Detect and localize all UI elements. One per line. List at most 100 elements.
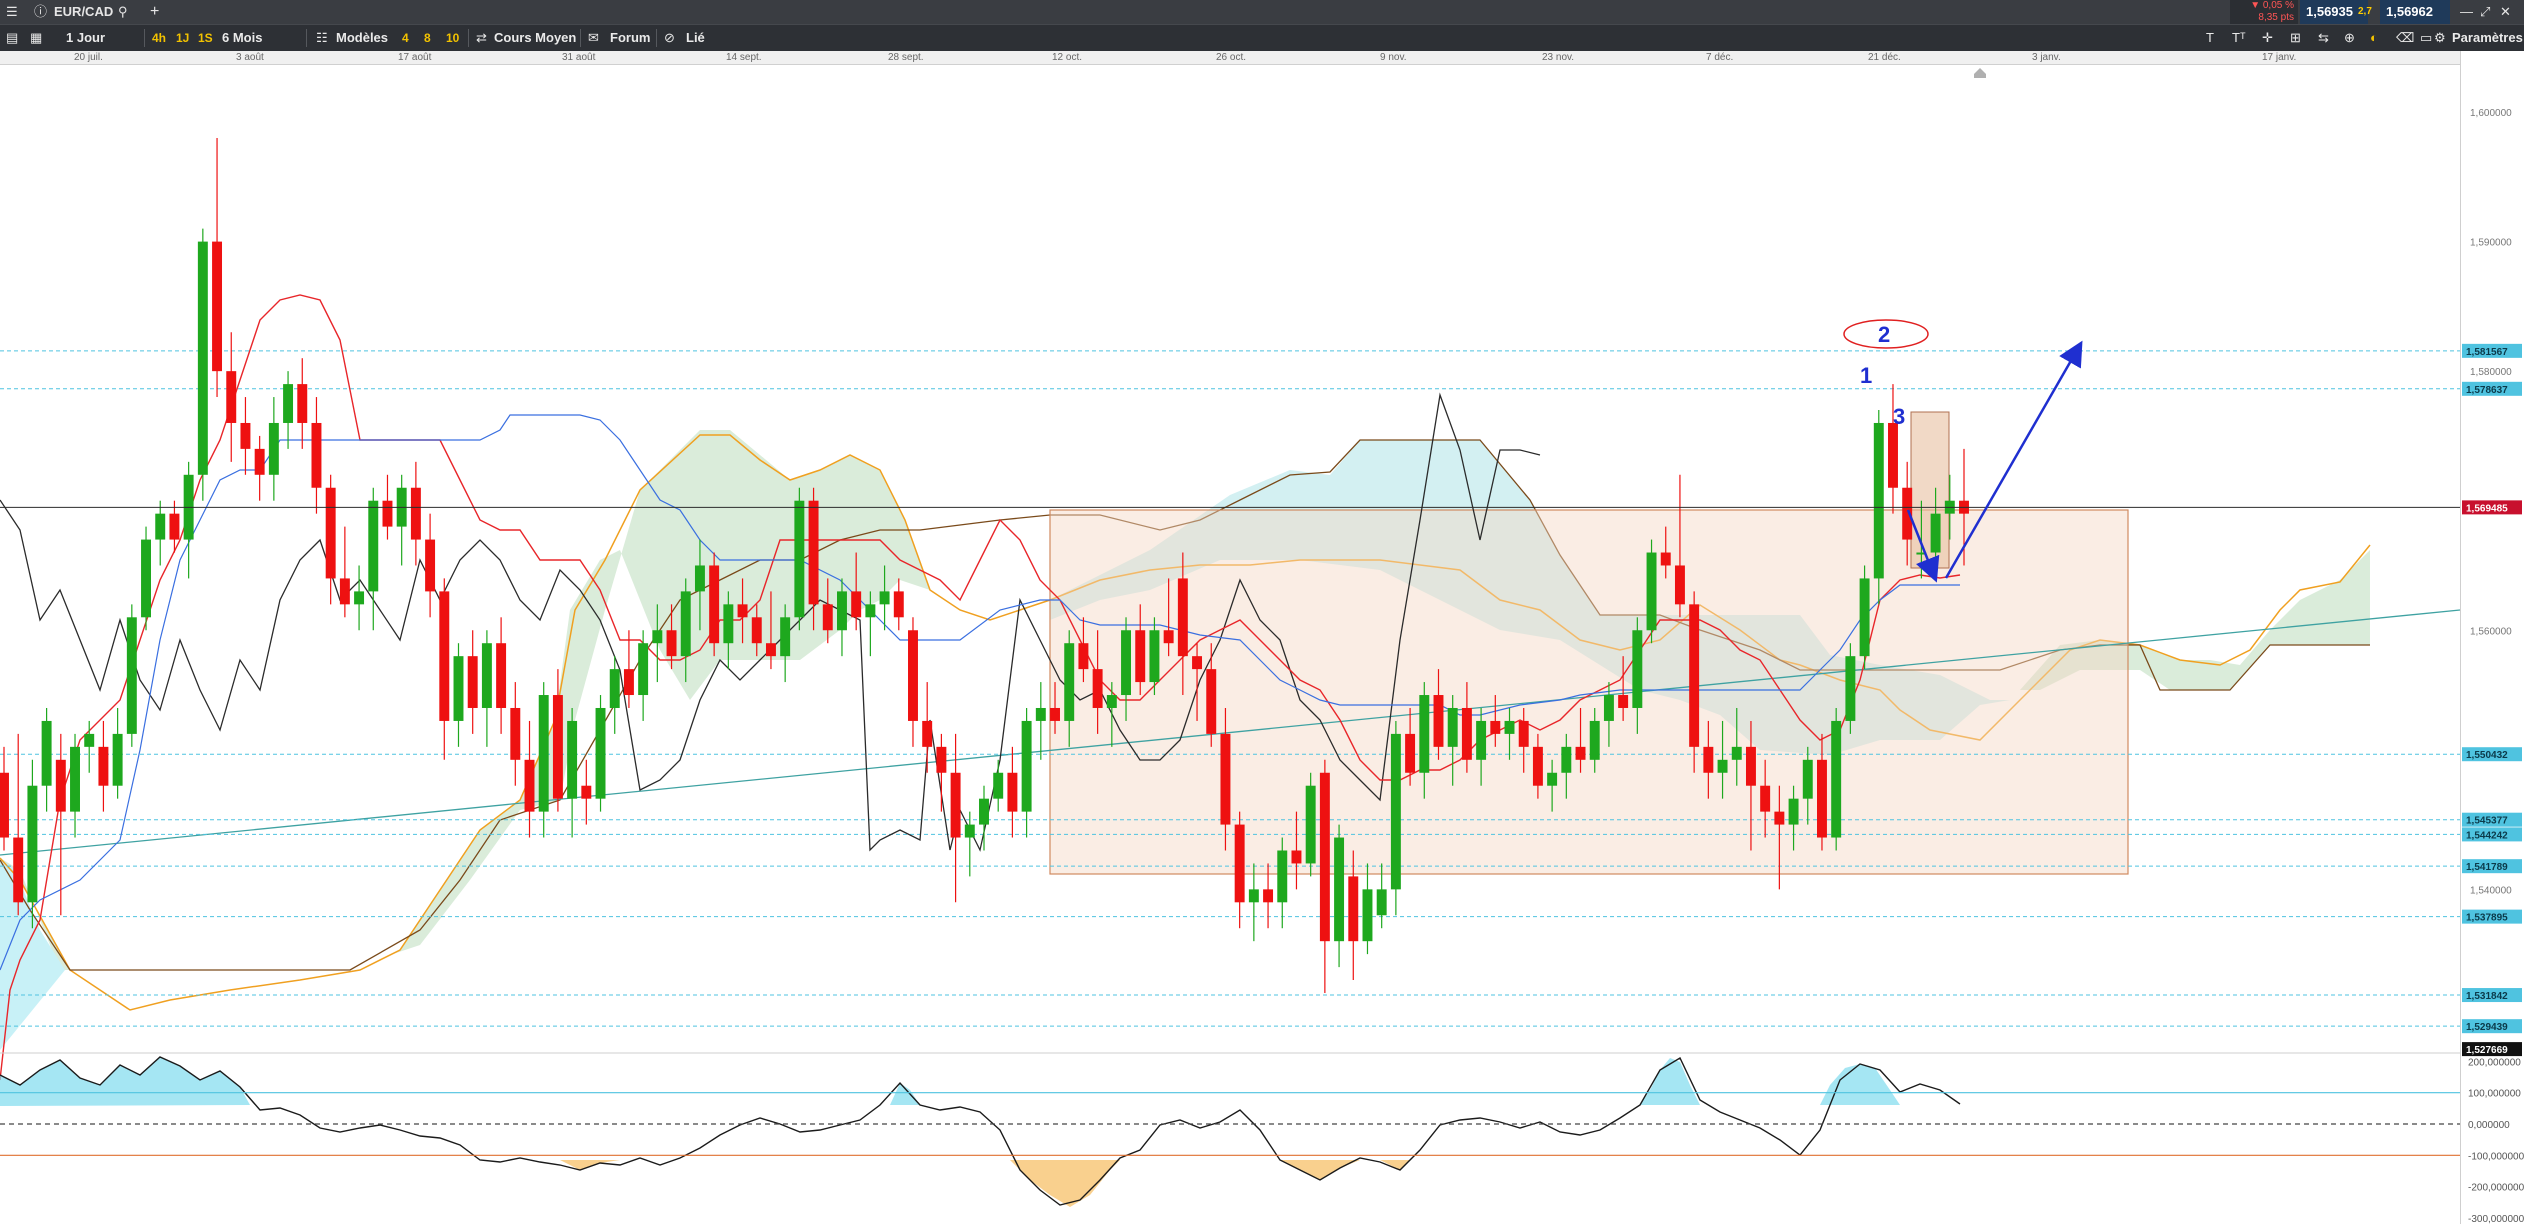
candle-body[interactable] bbox=[1873, 422, 1884, 579]
candle-body[interactable] bbox=[1603, 695, 1614, 721]
candle-body[interactable] bbox=[780, 617, 791, 657]
candle-body[interactable] bbox=[1263, 889, 1274, 903]
candle-body[interactable] bbox=[1305, 785, 1316, 864]
candle-body[interactable] bbox=[1419, 695, 1430, 773]
candle-body[interactable] bbox=[70, 746, 80, 812]
candle-body[interactable] bbox=[524, 759, 535, 812]
candle-body[interactable] bbox=[1447, 707, 1458, 747]
candle-body[interactable] bbox=[595, 707, 606, 799]
candle-body[interactable] bbox=[1504, 720, 1515, 734]
candle-body[interactable] bbox=[638, 643, 649, 696]
candle-body[interactable] bbox=[1348, 876, 1359, 942]
candle-body[interactable] bbox=[567, 720, 578, 799]
candle-body[interactable] bbox=[893, 591, 904, 618]
candle-body[interactable] bbox=[1745, 746, 1756, 786]
candle-body[interactable] bbox=[538, 695, 549, 812]
candle-body[interactable] bbox=[169, 513, 180, 540]
candle-body[interactable] bbox=[1845, 656, 1856, 721]
candle-body[interactable] bbox=[1177, 578, 1188, 657]
candle-body[interactable] bbox=[112, 733, 123, 786]
candle-body[interactable] bbox=[1476, 720, 1487, 760]
candle-body[interactable] bbox=[979, 798, 989, 825]
candle-body[interactable] bbox=[1703, 746, 1714, 773]
candle-body[interactable] bbox=[41, 720, 52, 786]
candle-body[interactable] bbox=[1802, 759, 1813, 799]
candle-body[interactable] bbox=[1163, 630, 1174, 644]
candle-body[interactable] bbox=[1632, 630, 1643, 708]
candle-body[interactable] bbox=[410, 487, 421, 540]
candle-body[interactable] bbox=[1007, 772, 1018, 812]
candle-body[interactable] bbox=[751, 617, 762, 644]
candle-body[interactable] bbox=[694, 565, 705, 592]
candle-body[interactable] bbox=[339, 578, 350, 605]
candle-body[interactable] bbox=[1433, 695, 1444, 747]
candle-body[interactable] bbox=[0, 772, 9, 838]
candle-body[interactable] bbox=[325, 487, 336, 579]
candle-body[interactable] bbox=[1248, 889, 1259, 903]
candle-body[interactable] bbox=[467, 656, 478, 708]
candle-body[interactable] bbox=[1717, 759, 1728, 773]
candle-body[interactable] bbox=[1646, 552, 1657, 631]
candle-body[interactable] bbox=[55, 759, 66, 812]
candle-body[interactable] bbox=[1561, 746, 1572, 773]
candle-body[interactable] bbox=[936, 746, 947, 773]
candle-body[interactable] bbox=[1319, 772, 1330, 942]
candle-body[interactable] bbox=[808, 500, 819, 605]
candle-body[interactable] bbox=[1206, 669, 1217, 734]
candle-body[interactable] bbox=[1121, 630, 1131, 696]
candle-body[interactable] bbox=[1589, 720, 1600, 760]
candle-body[interactable] bbox=[1192, 656, 1203, 670]
candle-body[interactable] bbox=[1618, 695, 1629, 708]
candle-body[interactable] bbox=[1859, 578, 1870, 657]
candle-body[interactable] bbox=[1376, 889, 1387, 916]
candle-body[interactable] bbox=[1532, 746, 1543, 786]
candle-body[interactable] bbox=[1405, 733, 1416, 773]
candle-body[interactable] bbox=[1291, 850, 1302, 864]
candle-body[interactable] bbox=[879, 591, 890, 605]
candle-body[interactable] bbox=[1220, 733, 1231, 825]
candle-body[interactable] bbox=[581, 785, 592, 799]
candle-body[interactable] bbox=[297, 384, 308, 423]
candle-body[interactable] bbox=[155, 513, 166, 540]
candle-body[interactable] bbox=[439, 591, 450, 721]
candle-body[interactable] bbox=[1660, 552, 1671, 566]
candle-body[interactable] bbox=[709, 565, 720, 644]
candle-body[interactable] bbox=[1689, 604, 1700, 747]
candle-body[interactable] bbox=[268, 422, 279, 475]
candle-body[interactable] bbox=[1277, 850, 1288, 903]
candle-body[interactable] bbox=[226, 371, 237, 423]
candle-body[interactable] bbox=[354, 591, 365, 605]
candle-body[interactable] bbox=[510, 707, 521, 760]
candle-body[interactable] bbox=[98, 746, 109, 786]
candle-body[interactable] bbox=[765, 643, 776, 657]
candle-body[interactable] bbox=[950, 772, 961, 838]
candle-body[interactable] bbox=[425, 539, 436, 592]
candle-body[interactable] bbox=[680, 591, 691, 657]
candle-body[interactable] bbox=[1064, 643, 1075, 721]
candle-body[interactable] bbox=[609, 669, 620, 708]
candle-body[interactable] bbox=[1362, 889, 1373, 942]
candle-body[interactable] bbox=[27, 785, 38, 903]
candle-body[interactable] bbox=[1390, 733, 1401, 890]
candle-body[interactable] bbox=[1760, 785, 1771, 812]
candle-body[interactable] bbox=[13, 837, 24, 903]
candle-body[interactable] bbox=[368, 500, 379, 592]
candle-body[interactable] bbox=[623, 669, 634, 696]
candle-body[interactable] bbox=[552, 695, 563, 799]
candle-body[interactable] bbox=[1774, 811, 1785, 825]
candle-body[interactable] bbox=[993, 772, 1004, 799]
candle-body[interactable] bbox=[382, 500, 393, 527]
candle-body[interactable] bbox=[1035, 707, 1046, 721]
candle-body[interactable] bbox=[865, 604, 876, 618]
candle-body[interactable] bbox=[254, 448, 265, 475]
candle-body[interactable] bbox=[1831, 720, 1842, 838]
candle-body[interactable] bbox=[837, 591, 847, 631]
candle-body[interactable] bbox=[1149, 630, 1160, 683]
candle-body[interactable] bbox=[197, 241, 208, 475]
candle-body[interactable] bbox=[1490, 720, 1501, 734]
candle-body[interactable] bbox=[141, 539, 151, 618]
candle-body[interactable] bbox=[737, 604, 748, 618]
candle-body[interactable] bbox=[496, 643, 507, 708]
candle-body[interactable] bbox=[1518, 720, 1529, 747]
candle-body[interactable] bbox=[723, 604, 734, 644]
